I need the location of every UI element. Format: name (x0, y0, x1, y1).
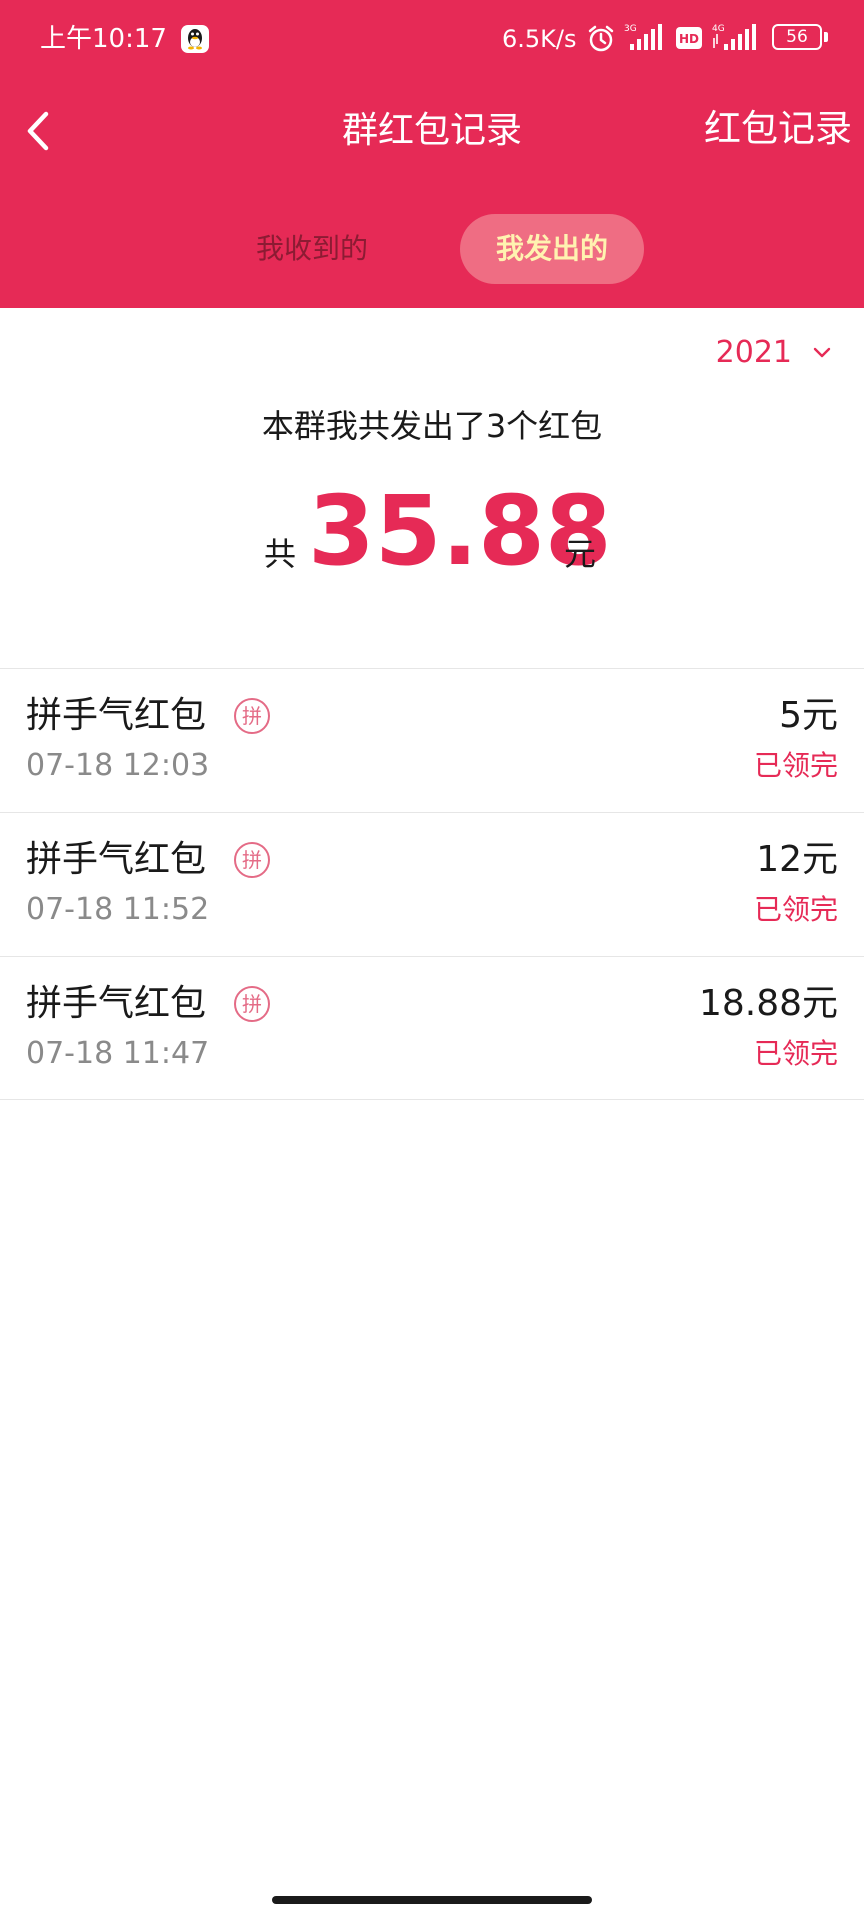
lucky-badge: 拼 (234, 698, 270, 734)
status-bar: 上午10:17 6.5K/s 3G HD 4G 56 (0, 0, 864, 78)
battery-icon: 56 (772, 24, 830, 52)
total-amount-row: 共 35.88 元 (0, 476, 864, 586)
chevron-down-icon (813, 347, 831, 358)
total-prefix: 共 (264, 535, 297, 573)
page-title: 群红包记录 (341, 110, 522, 151)
status-time: 上午10:17 (40, 24, 167, 54)
summary-text: 本群我共发出了3个红包 (261, 407, 603, 445)
year-value: 2021 (715, 334, 792, 370)
signal-3g-icon: 3G (624, 24, 662, 50)
list-item[interactable]: 拼手气红包 拼 07-18 11:52 12元 已领完 (0, 812, 864, 956)
network-speed: 6.5K/s (502, 25, 577, 53)
record-time: 07-18 11:52 (26, 892, 210, 927)
svg-text:HD: HD (679, 32, 699, 46)
divider (0, 1099, 864, 1100)
back-button[interactable] (16, 104, 64, 158)
total-unit: 元 (564, 535, 597, 573)
total-amount: 35.88 (308, 475, 612, 587)
record-time: 07-18 11:47 (26, 1036, 210, 1071)
record-status: 已领完 (753, 749, 838, 782)
signal-4g-icon: 4G (712, 24, 756, 50)
lucky-badge: 拼 (234, 986, 270, 1022)
record-amount: 5元 (779, 695, 838, 736)
record-title: 拼手气红包 (26, 839, 207, 880)
tab-sent[interactable]: 我发出的 (460, 214, 644, 284)
record-amount: 12元 (756, 839, 838, 880)
header: 上午10:17 6.5K/s 3G HD 4G 56 群红包记录 红包记录 我收… (0, 0, 864, 308)
list-item[interactable]: 拼手气红包 拼 07-18 12:03 5元 已领完 (0, 668, 864, 812)
list-item[interactable]: 拼手气红包 拼 07-18 11:47 18.88元 已领完 (0, 956, 864, 1100)
tab-received[interactable]: 我收到的 (222, 214, 402, 284)
hd-icon: HD (676, 27, 702, 49)
battery-level: 56 (786, 27, 808, 47)
alarm-icon (588, 25, 614, 52)
year-selector[interactable]: 2021 (716, 332, 834, 372)
record-status: 已领完 (753, 1037, 838, 1070)
home-indicator[interactable] (272, 1896, 592, 1904)
record-title: 拼手气红包 (26, 695, 207, 736)
qq-icon (181, 25, 209, 53)
record-status: 已领完 (753, 893, 838, 926)
record-amount: 18.88元 (698, 983, 838, 1024)
svg-text:4G: 4G (712, 24, 725, 34)
red-packet-record-link[interactable]: 红包记录 (704, 102, 852, 156)
lucky-badge: 拼 (234, 842, 270, 878)
record-time: 07-18 12:03 (26, 748, 210, 783)
back-arrow-icon (27, 111, 49, 151)
svg-text:3G: 3G (624, 24, 637, 34)
record-title: 拼手气红包 (26, 983, 207, 1024)
